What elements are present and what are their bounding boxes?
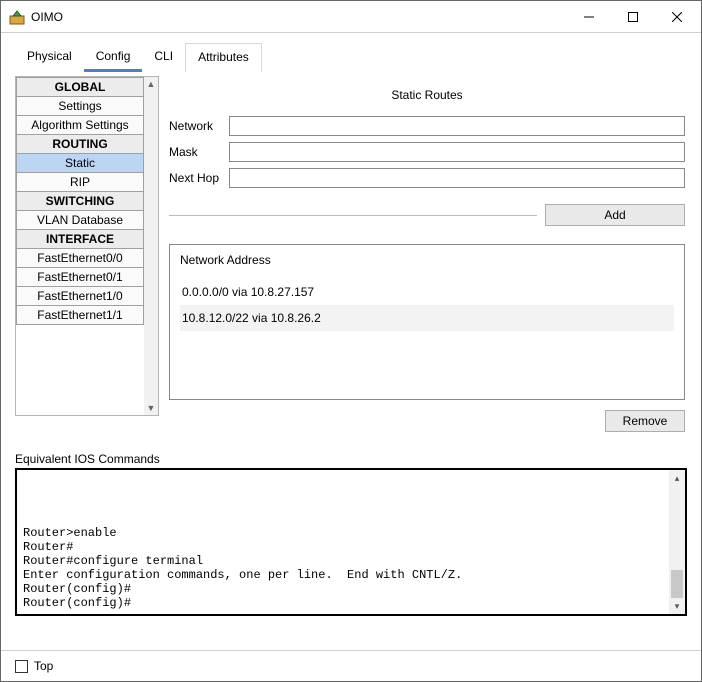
sidebar-item-algorithm-settings[interactable]: Algorithm Settings: [16, 115, 144, 135]
scroll-up-icon[interactable]: ▴: [669, 470, 685, 486]
tab-bar: PhysicalConfigCLIAttributes: [15, 43, 687, 72]
route-item[interactable]: 0.0.0.0/0 via 10.8.27.157: [180, 279, 674, 305]
sidebar-header-interface: INTERFACE: [16, 229, 144, 249]
sidebar-header-switching: SWITCHING: [16, 191, 144, 211]
footer: Top: [1, 650, 701, 681]
sidebar-item-vlan-database[interactable]: VLAN Database: [16, 210, 144, 230]
sidebar-item-fastethernet1-1[interactable]: FastEthernet1/1: [16, 305, 144, 325]
network-label: Network: [169, 119, 229, 133]
scroll-down-icon[interactable]: ▾: [669, 598, 685, 614]
close-button[interactable]: [655, 2, 699, 32]
sidebar-item-fastethernet0-0[interactable]: FastEthernet0/0: [16, 248, 144, 268]
sidebar-item-fastethernet1-0[interactable]: FastEthernet1/0: [16, 286, 144, 306]
mask-label: Mask: [169, 145, 229, 159]
app-icon: [9, 9, 25, 25]
network-input[interactable]: [229, 116, 685, 136]
window-title: OIMO: [31, 10, 567, 24]
tab-config[interactable]: Config: [84, 43, 143, 72]
divider: [169, 215, 537, 216]
top-checkbox-label: Top: [34, 659, 53, 673]
tab-cli[interactable]: CLI: [142, 43, 185, 72]
tab-attributes[interactable]: Attributes: [185, 43, 262, 72]
tab-physical[interactable]: Physical: [15, 43, 84, 72]
pane-title: Static Routes: [169, 88, 685, 102]
ios-scrollbar[interactable]: ▴ ▾: [669, 470, 685, 614]
add-button[interactable]: Add: [545, 204, 685, 226]
scrollbar-thumb[interactable]: [671, 570, 683, 598]
sidebar-item-static[interactable]: Static: [16, 153, 144, 173]
sidebar-header-global: GLOBAL: [16, 77, 144, 97]
top-checkbox[interactable]: [15, 660, 28, 673]
maximize-button[interactable]: [611, 2, 655, 32]
scroll-up-icon[interactable]: ▲: [144, 77, 158, 91]
mask-input[interactable]: [229, 142, 685, 162]
route-item[interactable]: 10.8.12.0/22 via 10.8.26.2: [180, 305, 674, 331]
remove-button[interactable]: Remove: [605, 410, 685, 432]
ios-commands-text[interactable]: Router>enable Router# Router#configure t…: [17, 470, 669, 614]
config-sidebar: GLOBALSettingsAlgorithm SettingsROUTINGS…: [15, 76, 159, 416]
sidebar-item-rip[interactable]: RIP: [16, 172, 144, 192]
minimize-button[interactable]: [567, 2, 611, 32]
scroll-down-icon[interactable]: ▼: [144, 401, 158, 415]
sidebar-item-settings[interactable]: Settings: [16, 96, 144, 116]
ios-commands-box: Router>enable Router# Router#configure t…: [15, 468, 687, 616]
sidebar-item-fastethernet0-1[interactable]: FastEthernet0/1: [16, 267, 144, 287]
nexthop-label: Next Hop: [169, 171, 229, 185]
routes-list-header: Network Address: [180, 253, 674, 267]
nexthop-input[interactable]: [229, 168, 685, 188]
sidebar-scrollbar[interactable]: ▲ ▼: [144, 77, 158, 415]
ios-commands-label: Equivalent IOS Commands: [15, 452, 687, 466]
static-routes-pane: Static Routes Network Mask Next Hop Add …: [167, 76, 687, 432]
routes-list: Network Address 0.0.0.0/0 via 10.8.27.15…: [169, 244, 685, 400]
titlebar: OIMO: [1, 1, 701, 33]
sidebar-header-routing: ROUTING: [16, 134, 144, 154]
